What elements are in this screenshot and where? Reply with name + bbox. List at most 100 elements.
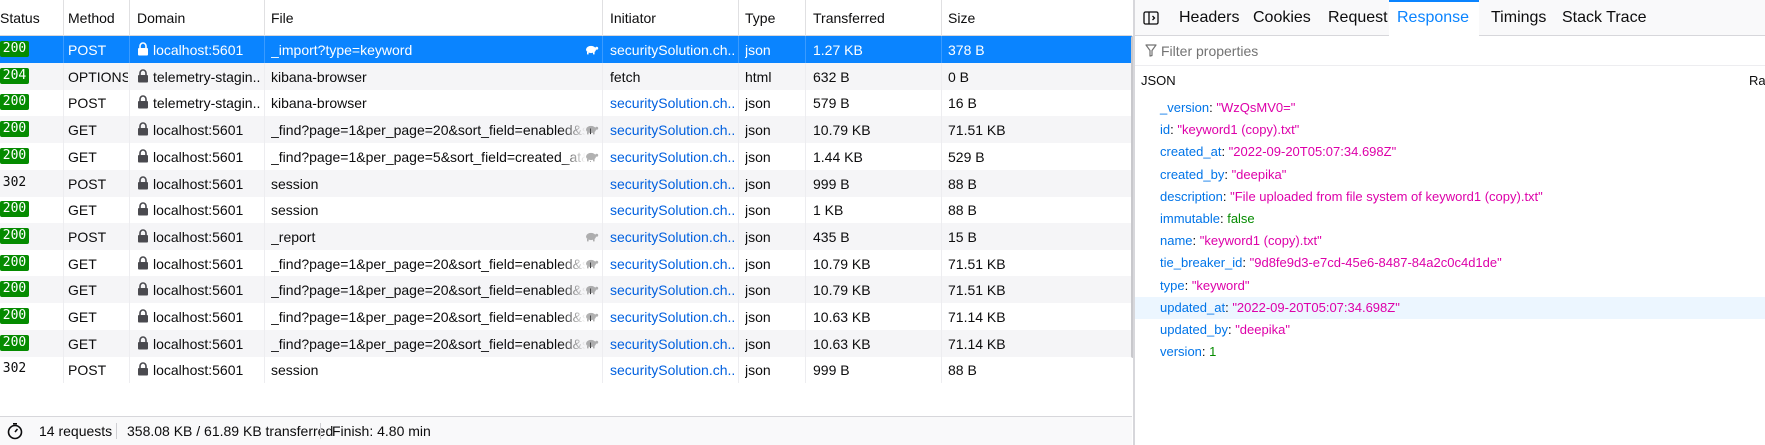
cell-divider <box>738 36 739 63</box>
tab-cookies[interactable]: Cookies <box>1253 0 1311 35</box>
status-badge: 302 <box>2 361 27 377</box>
tab-request[interactable]: Request <box>1328 0 1388 35</box>
table-row[interactable]: 200 POST localhost:5601 _report securitySolu… <box>0 222 1132 250</box>
column-header-initiator[interactable]: Initiator <box>610 0 737 36</box>
column-divider[interactable] <box>63 0 64 36</box>
status-badge: 200 <box>0 147 29 164</box>
column-divider[interactable] <box>941 0 942 36</box>
initiator-cell[interactable]: securitySolution.ch... <box>610 196 735 223</box>
domain-cell: localhost:5601 <box>153 362 244 379</box>
status-badge: 200 <box>0 201 29 218</box>
tab-headers[interactable]: Headers <box>1179 0 1239 35</box>
cell-divider <box>602 249 603 277</box>
table-row[interactable]: 200 POST localhost:5601 _import?type=keywor… <box>0 36 1132 63</box>
turtle-icon <box>583 335 599 351</box>
json-property[interactable]: version: 1 <box>1135 341 1765 363</box>
json-value: "2022-09-20T05:07:34.698Z" <box>1228 144 1397 160</box>
table-row[interactable]: 200 GET localhost:5601 session securitySolut… <box>0 196 1132 224</box>
stopwatch-icon[interactable] <box>6 422 24 443</box>
domain-cell: localhost:5601 <box>153 175 244 192</box>
table-row[interactable]: 200 POST telemetry-stagin... kibana-browser… <box>0 89 1132 117</box>
finish-time: Finish: 4.80 min <box>332 423 431 439</box>
json-property[interactable]: name: "keyword1 (copy).txt" <box>1135 230 1765 252</box>
cell-divider <box>63 62 64 90</box>
cell-divider <box>738 356 739 384</box>
raw-toggle[interactable]: Ra <box>1749 66 1765 94</box>
json-property[interactable]: updated_by: "deepika" <box>1135 319 1765 341</box>
column-divider[interactable] <box>264 0 265 36</box>
table-row[interactable]: 200 GET localhost:5601 _find?page=1&per_pag… <box>0 303 1132 330</box>
transferred-cell: 1.44 KB <box>813 148 863 165</box>
json-property[interactable]: id: "keyword1 (copy).txt" <box>1135 119 1765 141</box>
column-header-transferred[interactable]: Transferred <box>813 0 940 36</box>
json-property[interactable]: immutable: false <box>1135 208 1765 230</box>
initiator-cell[interactable]: securitySolution.ch... <box>610 36 735 63</box>
table-row[interactable]: 200 GET localhost:5601 _find?page=1&per_pag… <box>0 116 1132 144</box>
filter-properties-input[interactable] <box>1161 40 1751 62</box>
column-header-file[interactable]: File <box>271 0 601 36</box>
initiator-cell[interactable]: securitySolution.ch... <box>610 356 735 383</box>
json-property[interactable]: created_by: "deepika" <box>1135 164 1765 186</box>
cell-divider <box>602 222 603 250</box>
cell-divider <box>602 36 603 63</box>
initiator-cell[interactable]: securitySolution.ch... <box>610 330 735 357</box>
cell-divider <box>63 303 64 330</box>
tab-stack-trace[interactable]: Stack Trace <box>1562 0 1646 35</box>
size-cell: 15 B <box>948 228 977 245</box>
column-divider[interactable] <box>602 0 603 36</box>
file-cell: kibana-browser <box>271 68 367 85</box>
table-row[interactable]: 302 POST localhost:5601 session securitySolu… <box>0 169 1132 197</box>
initiator-cell[interactable]: securitySolution.ch... <box>610 276 735 303</box>
column-header-size[interactable]: Size <box>948 0 1008 36</box>
json-property[interactable]: type: "keyword" <box>1135 275 1765 297</box>
cell-divider <box>805 89 806 117</box>
json-property[interactable]: created_at: "2022-09-20T05:07:34.698Z" <box>1135 141 1765 163</box>
cell-divider <box>63 89 64 117</box>
cell-divider <box>738 62 739 90</box>
size-cell: 71.14 KB <box>948 335 1006 352</box>
type-cell: json <box>745 282 771 299</box>
json-property[interactable]: _version: "WzQsMV0=" <box>1135 97 1765 119</box>
summary-divider <box>320 423 321 439</box>
json-key: version <box>1160 344 1202 360</box>
json-property[interactable]: updated_at: "2022-09-20T05:07:34.698Z" <box>1135 296 1765 319</box>
table-row[interactable]: 302 POST localhost:5601 session securitySolu… <box>0 356 1132 384</box>
toggle-sidebar-icon[interactable] <box>1143 10 1159 26</box>
lock-icon <box>137 335 151 351</box>
cell-divider <box>264 142 265 170</box>
json-section-header[interactable]: JSON <box>1135 66 1765 94</box>
column-divider[interactable] <box>129 0 130 36</box>
table-row[interactable]: 200 GET localhost:5601 _find?page=1&per_pag… <box>0 142 1132 170</box>
cell-divider <box>941 249 942 277</box>
table-row[interactable]: 200 GET localhost:5601 _find?page=1&per_pag… <box>0 276 1132 304</box>
cell-divider <box>264 62 265 90</box>
table-row[interactable]: 200 GET localhost:5601 _find?page=1&per_pag… <box>0 329 1132 357</box>
initiator-cell[interactable]: securitySolution.ch... <box>610 223 735 250</box>
cell-divider <box>941 356 942 384</box>
column-header-domain[interactable]: Domain <box>137 0 263 36</box>
tab-response[interactable]: Response <box>1389 0 1479 36</box>
json-property[interactable]: description: "File uploaded from file sy… <box>1135 186 1765 208</box>
cell-divider <box>738 169 739 197</box>
column-header-method[interactable]: Method <box>68 0 128 36</box>
column-divider[interactable] <box>738 0 739 36</box>
initiator-cell[interactable]: securitySolution.ch... <box>610 170 735 197</box>
table-row[interactable]: 200 GET localhost:5601 _find?page=1&per_pag… <box>0 249 1132 277</box>
column-header-status[interactable]: Status <box>0 0 62 36</box>
cell-divider <box>805 329 806 357</box>
domain-cell: localhost:5601 <box>153 228 244 245</box>
file-cell: session <box>271 202 319 219</box>
initiator-cell[interactable]: securitySolution.ch... <box>610 89 735 116</box>
json-property[interactable]: tie_breaker_id: "9d8fe9d3-e7cd-45e6-8487… <box>1135 252 1765 274</box>
initiator-cell[interactable]: securitySolution.ch... <box>610 143 735 170</box>
type-cell: json <box>745 122 771 139</box>
method-cell: GET <box>68 202 97 219</box>
table-row[interactable]: 204 OPTIONS telemetry-stagin... kibana-brow… <box>0 62 1132 90</box>
initiator-cell[interactable]: securitySolution.ch... <box>610 116 735 143</box>
column-header-type[interactable]: Type <box>745 0 804 36</box>
initiator-cell[interactable]: securitySolution.ch... <box>610 250 735 277</box>
initiator-cell[interactable]: securitySolution.ch... <box>610 303 735 330</box>
transferred-cell: 10.63 KB <box>813 309 871 325</box>
column-divider[interactable] <box>805 0 806 36</box>
tab-timings[interactable]: Timings <box>1491 0 1546 35</box>
